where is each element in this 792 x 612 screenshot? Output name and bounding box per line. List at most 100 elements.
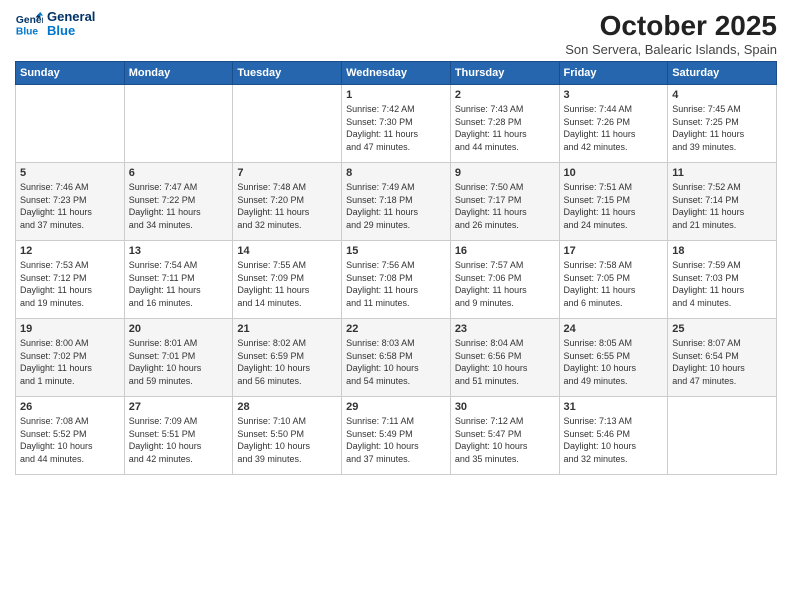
day-number: 25 <box>672 323 772 335</box>
day-number: 12 <box>20 245 120 257</box>
logo-icon: General Blue <box>15 10 43 38</box>
calendar-cell: 15Sunrise: 7:56 AM Sunset: 7:08 PM Dayli… <box>342 241 451 319</box>
day-info: Sunrise: 8:04 AM Sunset: 6:56 PM Dayligh… <box>455 337 555 387</box>
week-row-2: 5 Sunrise: 7:46 AM Sunset: 7:23 PM Daylig… <box>16 163 777 241</box>
day-number: 11 <box>672 167 772 179</box>
day-header-saturday: Saturday <box>668 62 777 85</box>
calendar-cell: 17Sunrise: 7:58 AM Sunset: 7:05 PM Dayli… <box>559 241 668 319</box>
day-info: Sunrise: 7:47 AM Sunset: 7:22 PM Dayligh… <box>129 181 229 231</box>
day-number: 13 <box>129 245 229 257</box>
week-row-4: 19 Sunrise: 8:00 AM Sunset: 7:02 PM Dayli… <box>16 319 777 397</box>
day-info: Sunrise: 7:53 AM Sunset: 7:12 PM Dayligh… <box>20 259 120 309</box>
calendar-cell: 10 Sunrise: 7:51 AM Sunset: 7:15 PM Dayli… <box>559 163 668 241</box>
day-info: Sunrise: 7:09 AM Sunset: 5:51 PM Dayligh… <box>129 415 229 465</box>
day-info: Sunrise: 7:51 AM Sunset: 7:15 PM Dayligh… <box>564 181 664 231</box>
calendar-cell: 19 Sunrise: 8:00 AM Sunset: 7:02 PM Dayli… <box>16 319 125 397</box>
day-info: Sunrise: 8:07 AM Sunset: 6:54 PM Dayligh… <box>672 337 772 387</box>
day-number: 10 <box>564 167 664 179</box>
day-number: 19 <box>20 323 120 335</box>
day-info: Sunrise: 8:02 AM Sunset: 6:59 PM Dayligh… <box>237 337 337 387</box>
calendar-cell: 18 Sunrise: 7:59 AM Sunset: 7:03 PM Dayli… <box>668 241 777 319</box>
day-number: 20 <box>129 323 229 335</box>
day-info: Sunrise: 7:08 AM Sunset: 5:52 PM Dayligh… <box>20 415 120 465</box>
day-header-wednesday: Wednesday <box>342 62 451 85</box>
day-info: Sunrise: 7:59 AM Sunset: 7:03 PM Dayligh… <box>672 259 772 309</box>
day-info: Sunrise: 8:03 AM Sunset: 6:58 PM Dayligh… <box>346 337 446 387</box>
day-info: Sunrise: 7:46 AM Sunset: 7:23 PM Dayligh… <box>20 181 120 231</box>
day-header-sunday: Sunday <box>16 62 125 85</box>
day-number: 2 <box>455 89 555 101</box>
month-title: October 2025 <box>565 10 777 42</box>
day-number: 28 <box>237 401 337 413</box>
day-number: 18 <box>672 245 772 257</box>
day-number: 9 <box>455 167 555 179</box>
calendar-cell: 3 Sunrise: 7:44 AM Sunset: 7:26 PM Daylig… <box>559 85 668 163</box>
calendar-cell: 21 Sunrise: 8:02 AM Sunset: 6:59 PM Dayli… <box>233 319 342 397</box>
day-number: 1 <box>346 89 446 101</box>
calendar-cell: 2 Sunrise: 7:43 AM Sunset: 7:28 PM Daylig… <box>450 85 559 163</box>
calendar-cell: 11 Sunrise: 7:52 AM Sunset: 7:14 PM Dayli… <box>668 163 777 241</box>
day-info: Sunrise: 7:57 AM Sunset: 7:06 PM Dayligh… <box>455 259 555 309</box>
day-info: Sunrise: 8:00 AM Sunset: 7:02 PM Dayligh… <box>20 337 120 387</box>
calendar-cell: 26 Sunrise: 7:08 AM Sunset: 5:52 PM Dayli… <box>16 397 125 475</box>
calendar-cell: 13Sunrise: 7:54 AM Sunset: 7:11 PM Dayli… <box>124 241 233 319</box>
day-number: 26 <box>20 401 120 413</box>
day-info: Sunrise: 7:45 AM Sunset: 7:25 PM Dayligh… <box>672 103 772 153</box>
day-info: Sunrise: 7:11 AM Sunset: 5:49 PM Dayligh… <box>346 415 446 465</box>
calendar-cell: 12 Sunrise: 7:53 AM Sunset: 7:12 PM Dayli… <box>16 241 125 319</box>
day-header-monday: Monday <box>124 62 233 85</box>
day-number: 21 <box>237 323 337 335</box>
calendar-cell: 22 Sunrise: 8:03 AM Sunset: 6:58 PM Dayli… <box>342 319 451 397</box>
calendar-cell: 7 Sunrise: 7:48 AM Sunset: 7:20 PM Daylig… <box>233 163 342 241</box>
day-number: 24 <box>564 323 664 335</box>
calendar-table: SundayMondayTuesdayWednesdayThursdayFrid… <box>15 61 777 475</box>
calendar-cell <box>16 85 125 163</box>
calendar-cell: 5 Sunrise: 7:46 AM Sunset: 7:23 PM Daylig… <box>16 163 125 241</box>
day-number: 22 <box>346 323 446 335</box>
logo: General Blue General Blue <box>15 10 95 39</box>
day-info: Sunrise: 7:56 AM Sunset: 7:08 PM Dayligh… <box>346 259 446 309</box>
page-container: General Blue General Blue October 2025 S… <box>0 0 792 612</box>
header-row: SundayMondayTuesdayWednesdayThursdayFrid… <box>16 62 777 85</box>
calendar-cell: 27Sunrise: 7:09 AM Sunset: 5:51 PM Dayli… <box>124 397 233 475</box>
day-info: Sunrise: 7:50 AM Sunset: 7:17 PM Dayligh… <box>455 181 555 231</box>
day-info: Sunrise: 7:52 AM Sunset: 7:14 PM Dayligh… <box>672 181 772 231</box>
day-info: Sunrise: 8:01 AM Sunset: 7:01 PM Dayligh… <box>129 337 229 387</box>
calendar-cell: 9 Sunrise: 7:50 AM Sunset: 7:17 PM Daylig… <box>450 163 559 241</box>
calendar-cell: 6 Sunrise: 7:47 AM Sunset: 7:22 PM Daylig… <box>124 163 233 241</box>
day-number: 8 <box>346 167 446 179</box>
day-number: 29 <box>346 401 446 413</box>
day-info: Sunrise: 7:48 AM Sunset: 7:20 PM Dayligh… <box>237 181 337 231</box>
day-header-tuesday: Tuesday <box>233 62 342 85</box>
day-number: 31 <box>564 401 664 413</box>
logo-line1: General <box>47 10 95 24</box>
week-row-1: 1Sunrise: 7:42 AM Sunset: 7:30 PM Daylig… <box>16 85 777 163</box>
logo-line2: Blue <box>47 24 95 38</box>
day-number: 4 <box>672 89 772 101</box>
calendar-cell: 28Sunrise: 7:10 AM Sunset: 5:50 PM Dayli… <box>233 397 342 475</box>
calendar-cell: 8 Sunrise: 7:49 AM Sunset: 7:18 PM Daylig… <box>342 163 451 241</box>
day-number: 6 <box>129 167 229 179</box>
week-row-5: 26 Sunrise: 7:08 AM Sunset: 5:52 PM Dayli… <box>16 397 777 475</box>
day-header-friday: Friday <box>559 62 668 85</box>
day-info: Sunrise: 7:13 AM Sunset: 5:46 PM Dayligh… <box>564 415 664 465</box>
week-row-3: 12 Sunrise: 7:53 AM Sunset: 7:12 PM Dayli… <box>16 241 777 319</box>
day-number: 3 <box>564 89 664 101</box>
calendar-cell: 24 Sunrise: 8:05 AM Sunset: 6:55 PM Dayli… <box>559 319 668 397</box>
calendar-cell <box>124 85 233 163</box>
day-info: Sunrise: 7:44 AM Sunset: 7:26 PM Dayligh… <box>564 103 664 153</box>
day-number: 30 <box>455 401 555 413</box>
calendar-cell: 31 Sunrise: 7:13 AM Sunset: 5:46 PM Dayli… <box>559 397 668 475</box>
day-number: 14 <box>237 245 337 257</box>
calendar-cell <box>233 85 342 163</box>
calendar-cell: 23 Sunrise: 8:04 AM Sunset: 6:56 PM Dayli… <box>450 319 559 397</box>
calendar-cell: 14Sunrise: 7:55 AM Sunset: 7:09 PM Dayli… <box>233 241 342 319</box>
day-number: 5 <box>20 167 120 179</box>
day-number: 7 <box>237 167 337 179</box>
day-info: Sunrise: 8:05 AM Sunset: 6:55 PM Dayligh… <box>564 337 664 387</box>
day-info: Sunrise: 7:49 AM Sunset: 7:18 PM Dayligh… <box>346 181 446 231</box>
day-number: 23 <box>455 323 555 335</box>
header: General Blue General Blue October 2025 S… <box>15 10 777 57</box>
day-info: Sunrise: 7:43 AM Sunset: 7:28 PM Dayligh… <box>455 103 555 153</box>
day-number: 16 <box>455 245 555 257</box>
